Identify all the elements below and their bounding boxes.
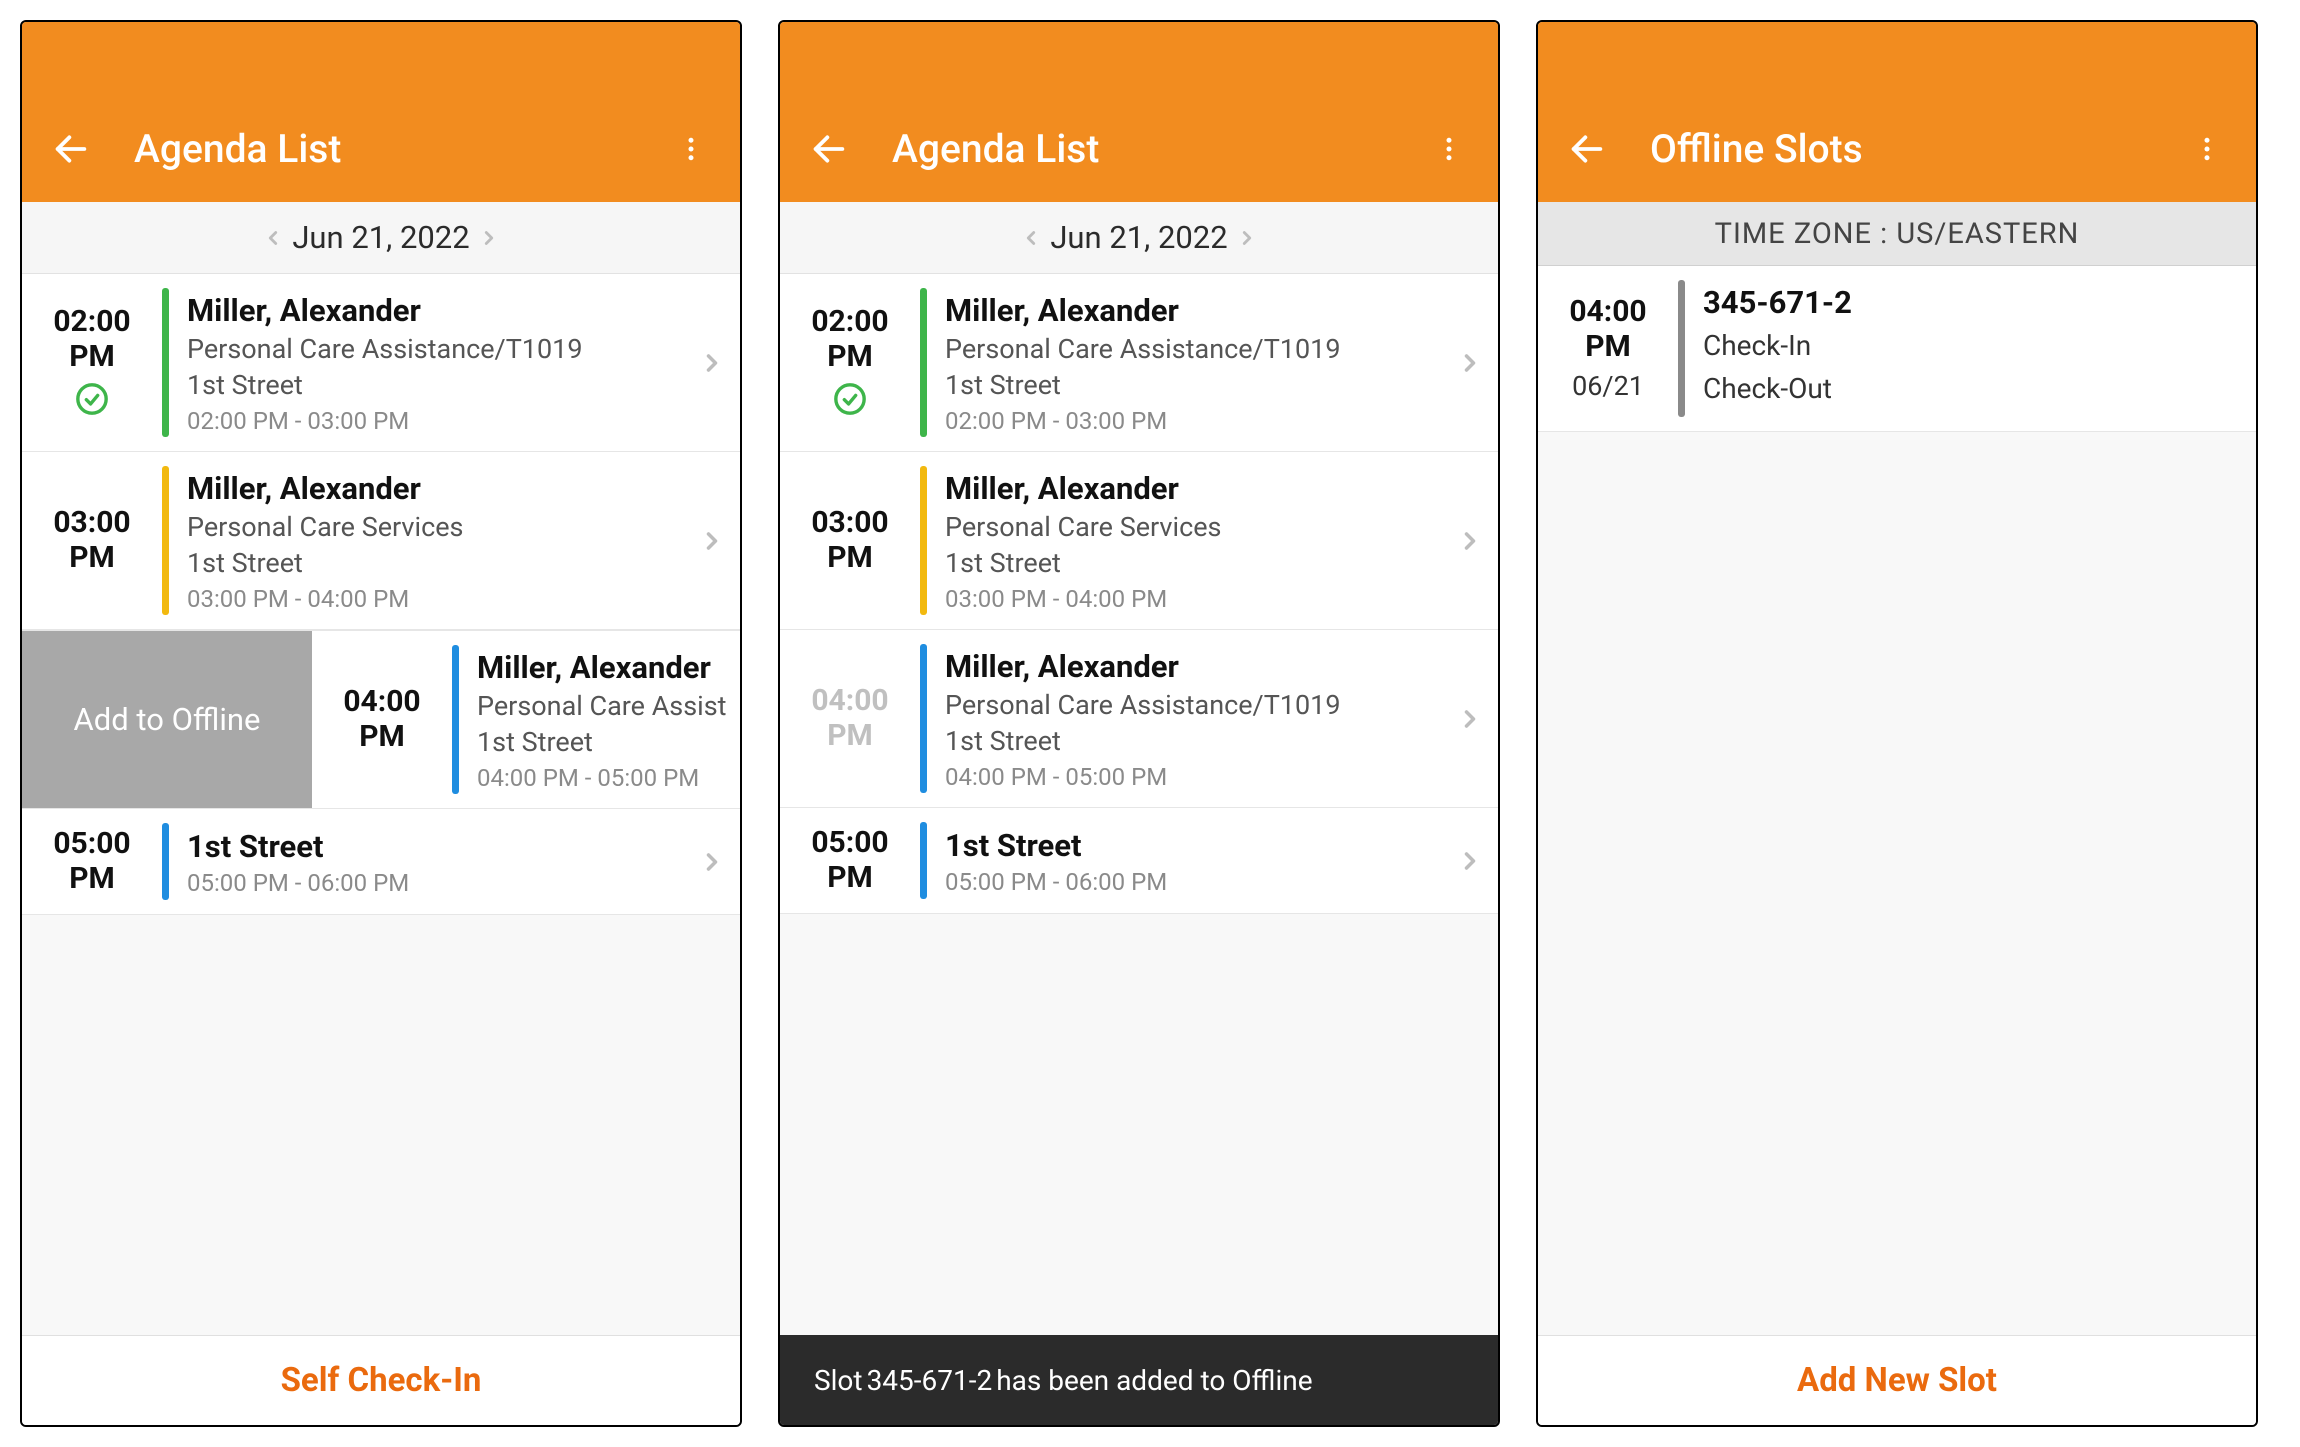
chevron-right-icon bbox=[684, 274, 740, 451]
date-selector: Jun 21, 2022 bbox=[22, 202, 740, 274]
appbar-title: Agenda List bbox=[892, 126, 1426, 172]
toast-message: Slot 345-671-2 has been added to Offline bbox=[780, 1335, 1498, 1425]
time-column: 05:00 PM bbox=[22, 809, 162, 914]
add-to-offline-button[interactable]: Add to Offline bbox=[22, 631, 312, 808]
row-content: Miller, Alexander Personal Care Assist 1… bbox=[459, 631, 740, 808]
dots-vertical-icon bbox=[1434, 134, 1464, 164]
check-out-label: Check-Out bbox=[1703, 372, 2244, 405]
status-stripe bbox=[920, 466, 927, 615]
appbar-title: Agenda List bbox=[134, 126, 668, 172]
back-button[interactable] bbox=[806, 126, 852, 172]
appbar-title: Offline Slots bbox=[1650, 126, 2184, 172]
status-stripe bbox=[162, 823, 169, 900]
prev-day-button[interactable] bbox=[262, 223, 284, 253]
agenda-row-swiped: Add to Offline 04:00 PM Miller, Alexande… bbox=[22, 630, 740, 809]
overflow-menu-button[interactable] bbox=[668, 126, 714, 172]
time-column: 02:00 PM bbox=[22, 274, 162, 451]
agenda-row[interactable]: 05:00 PM 1st Street 05:00 PM - 06:00 PM bbox=[22, 809, 740, 915]
status-stripe bbox=[920, 822, 927, 899]
time-column: 03:00 PM bbox=[22, 452, 162, 629]
dots-vertical-icon bbox=[2192, 134, 2222, 164]
chevron-right-icon bbox=[1442, 630, 1498, 807]
agenda-list: 02:00 PM Miller, Alexander Personal Care… bbox=[780, 274, 1498, 1335]
offline-slot-row[interactable]: 04:00 PM 06/21 345-671-2 Check-In Check-… bbox=[1538, 266, 2256, 432]
agenda-row[interactable]: 04:00 PM Miller, Alexander Personal Care… bbox=[312, 631, 740, 808]
screen-offline-slots: Offline Slots TIME ZONE : US/EASTERN 04:… bbox=[1536, 20, 2258, 1427]
time-column: 04:00 PM 06/21 bbox=[1538, 266, 1678, 431]
check-circle-icon bbox=[75, 382, 109, 420]
timezone-label: TIME ZONE : US/EASTERN bbox=[1538, 202, 2256, 266]
screen-agenda-toast: Agenda List Jun 21, 2022 02:00 PM bbox=[778, 20, 1500, 1427]
chevron-right-icon bbox=[1442, 452, 1498, 629]
appbar: Agenda List bbox=[780, 22, 1498, 202]
time-column: 03:00 PM bbox=[780, 452, 920, 629]
row-content: Miller, Alexander Personal Care Assistan… bbox=[927, 630, 1442, 807]
offline-slots-list: 04:00 PM 06/21 345-671-2 Check-In Check-… bbox=[1538, 266, 2256, 1335]
appbar: Offline Slots bbox=[1538, 22, 2256, 202]
row-content: Miller, Alexander Personal Care Assistan… bbox=[169, 274, 684, 451]
status-stripe bbox=[920, 288, 927, 437]
agenda-row[interactable]: 04:00 PM Miller, Alexander Personal Care… bbox=[780, 630, 1498, 808]
self-check-in-button[interactable]: Self Check-In bbox=[22, 1335, 740, 1425]
time-column: 04:00 PM bbox=[780, 630, 920, 807]
chevron-right-icon bbox=[1442, 274, 1498, 451]
row-content: Miller, Alexander Personal Care Services… bbox=[927, 452, 1442, 629]
time-column: 02:00 PM bbox=[780, 274, 920, 451]
prev-day-button[interactable] bbox=[1020, 223, 1042, 253]
status-stripe bbox=[162, 466, 169, 615]
status-stripe bbox=[162, 288, 169, 437]
time-column: 05:00 PM bbox=[780, 808, 920, 913]
arrow-left-icon bbox=[1567, 129, 1607, 169]
add-new-slot-button[interactable]: Add New Slot bbox=[1538, 1335, 2256, 1425]
row-content: 345-671-2 Check-In Check-Out bbox=[1685, 266, 2256, 431]
agenda-list: 02:00 PM Miller, Alexander Personal Care… bbox=[22, 274, 740, 1335]
slot-id: 345-671-2 bbox=[1703, 284, 2244, 321]
back-button[interactable] bbox=[48, 126, 94, 172]
overflow-menu-button[interactable] bbox=[2184, 126, 2230, 172]
overflow-menu-button[interactable] bbox=[1426, 126, 1472, 172]
status-stripe bbox=[1678, 280, 1685, 417]
time-column: 04:00 PM bbox=[312, 631, 452, 808]
agenda-row[interactable]: 05:00 PM 1st Street 05:00 PM - 06:00 PM bbox=[780, 808, 1498, 914]
screen-agenda-swipe: Agenda List Jun 21, 2022 02:00 PM bbox=[20, 20, 742, 1427]
row-content: Miller, Alexander Personal Care Services… bbox=[169, 452, 684, 629]
next-day-button[interactable] bbox=[478, 223, 500, 253]
row-content: Miller, Alexander Personal Care Assistan… bbox=[927, 274, 1442, 451]
next-day-button[interactable] bbox=[1236, 223, 1258, 253]
appbar: Agenda List bbox=[22, 22, 740, 202]
check-in-label: Check-In bbox=[1703, 329, 2244, 362]
date-label[interactable]: Jun 21, 2022 bbox=[292, 219, 469, 256]
chevron-right-icon bbox=[1442, 808, 1498, 913]
row-content: 1st Street 05:00 PM - 06:00 PM bbox=[169, 809, 684, 914]
back-button[interactable] bbox=[1564, 126, 1610, 172]
chevron-right-icon bbox=[684, 809, 740, 914]
status-stripe bbox=[920, 644, 927, 793]
agenda-row[interactable]: 03:00 PM Miller, Alexander Personal Care… bbox=[780, 452, 1498, 630]
arrow-left-icon bbox=[51, 129, 91, 169]
agenda-row[interactable]: 02:00 PM Miller, Alexander Personal Care… bbox=[22, 274, 740, 452]
dots-vertical-icon bbox=[676, 134, 706, 164]
agenda-row[interactable]: 02:00 PM Miller, Alexander Personal Care… bbox=[780, 274, 1498, 452]
agenda-row[interactable]: 03:00 PM Miller, Alexander Personal Care… bbox=[22, 452, 740, 630]
status-stripe bbox=[452, 645, 459, 794]
date-selector: Jun 21, 2022 bbox=[780, 202, 1498, 274]
arrow-left-icon bbox=[809, 129, 849, 169]
row-content: 1st Street 05:00 PM - 06:00 PM bbox=[927, 808, 1442, 913]
check-circle-icon bbox=[833, 382, 867, 420]
date-label[interactable]: Jun 21, 2022 bbox=[1050, 219, 1227, 256]
toast-slot-id: 345-671-2 bbox=[867, 1364, 993, 1397]
chevron-right-icon bbox=[684, 452, 740, 629]
